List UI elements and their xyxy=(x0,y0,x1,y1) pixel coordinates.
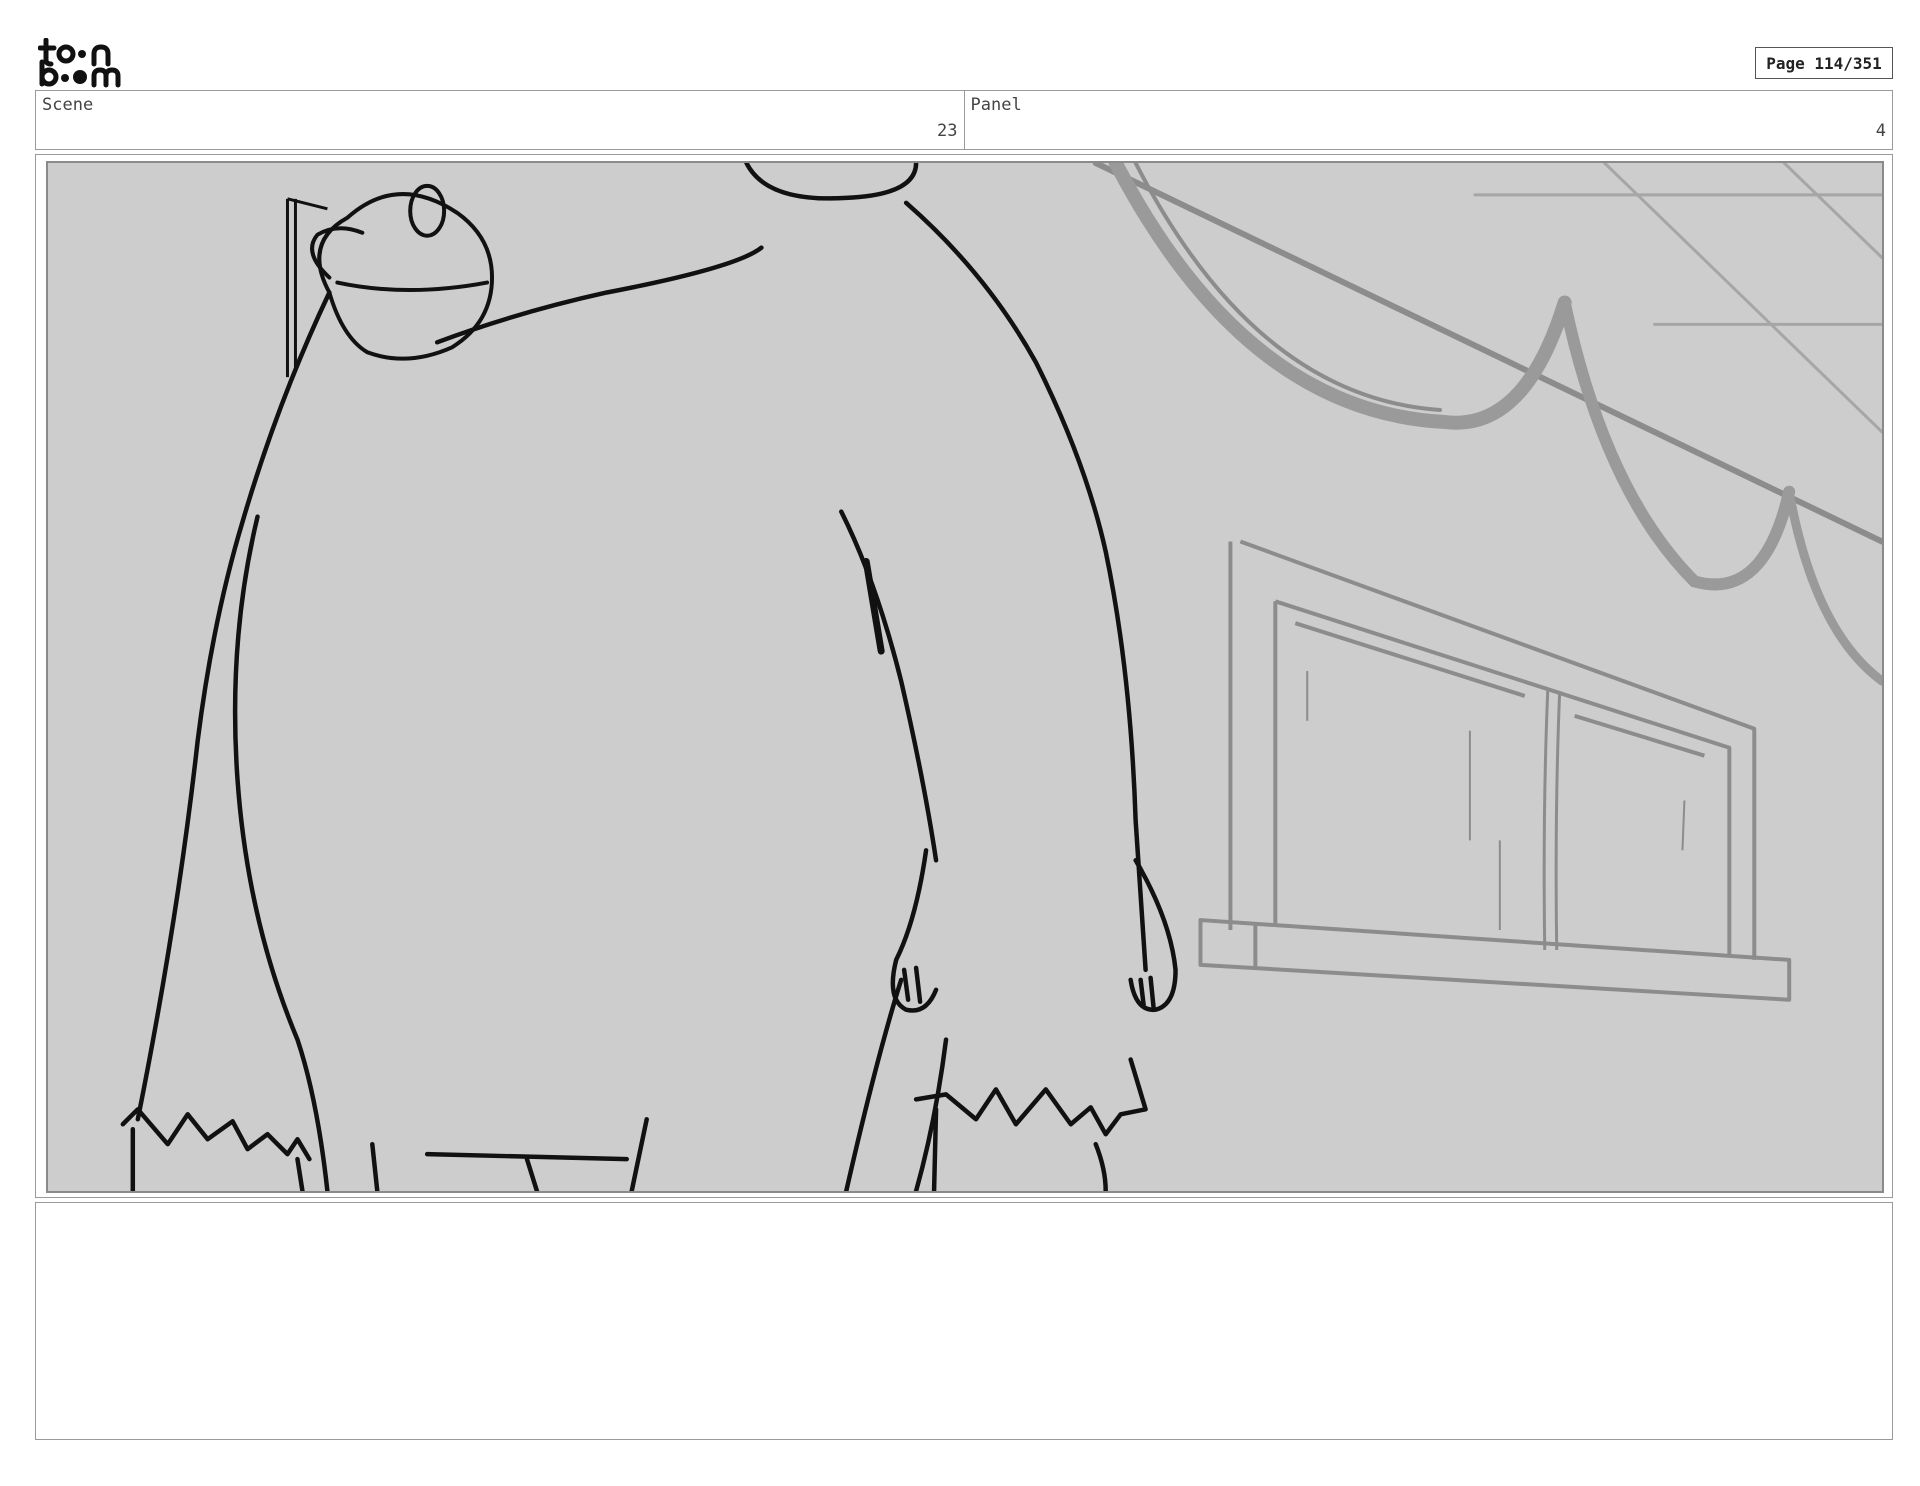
background-window xyxy=(1198,539,1792,1002)
character-body xyxy=(120,163,1178,1191)
scene-cell: Scene 23 xyxy=(36,91,964,149)
panel-label: Panel xyxy=(970,95,1022,115)
toonboom-logo-icon xyxy=(38,38,126,88)
storyboard-panel xyxy=(35,154,1893,1198)
panel-drawing xyxy=(46,161,1884,1193)
background-door-post xyxy=(285,197,328,378)
panel-number: 4 xyxy=(1875,121,1886,141)
scene-label: Scene xyxy=(42,95,94,115)
background-bunting xyxy=(1092,163,1882,686)
scene-panel-header: Scene 23 Panel 4 xyxy=(35,90,1893,150)
panel-cell: Panel 4 xyxy=(963,91,1893,149)
page-number: Page 114/351 xyxy=(1755,47,1893,79)
scene-number: 23 xyxy=(937,121,958,141)
panel-notes-area xyxy=(35,1202,1893,1440)
